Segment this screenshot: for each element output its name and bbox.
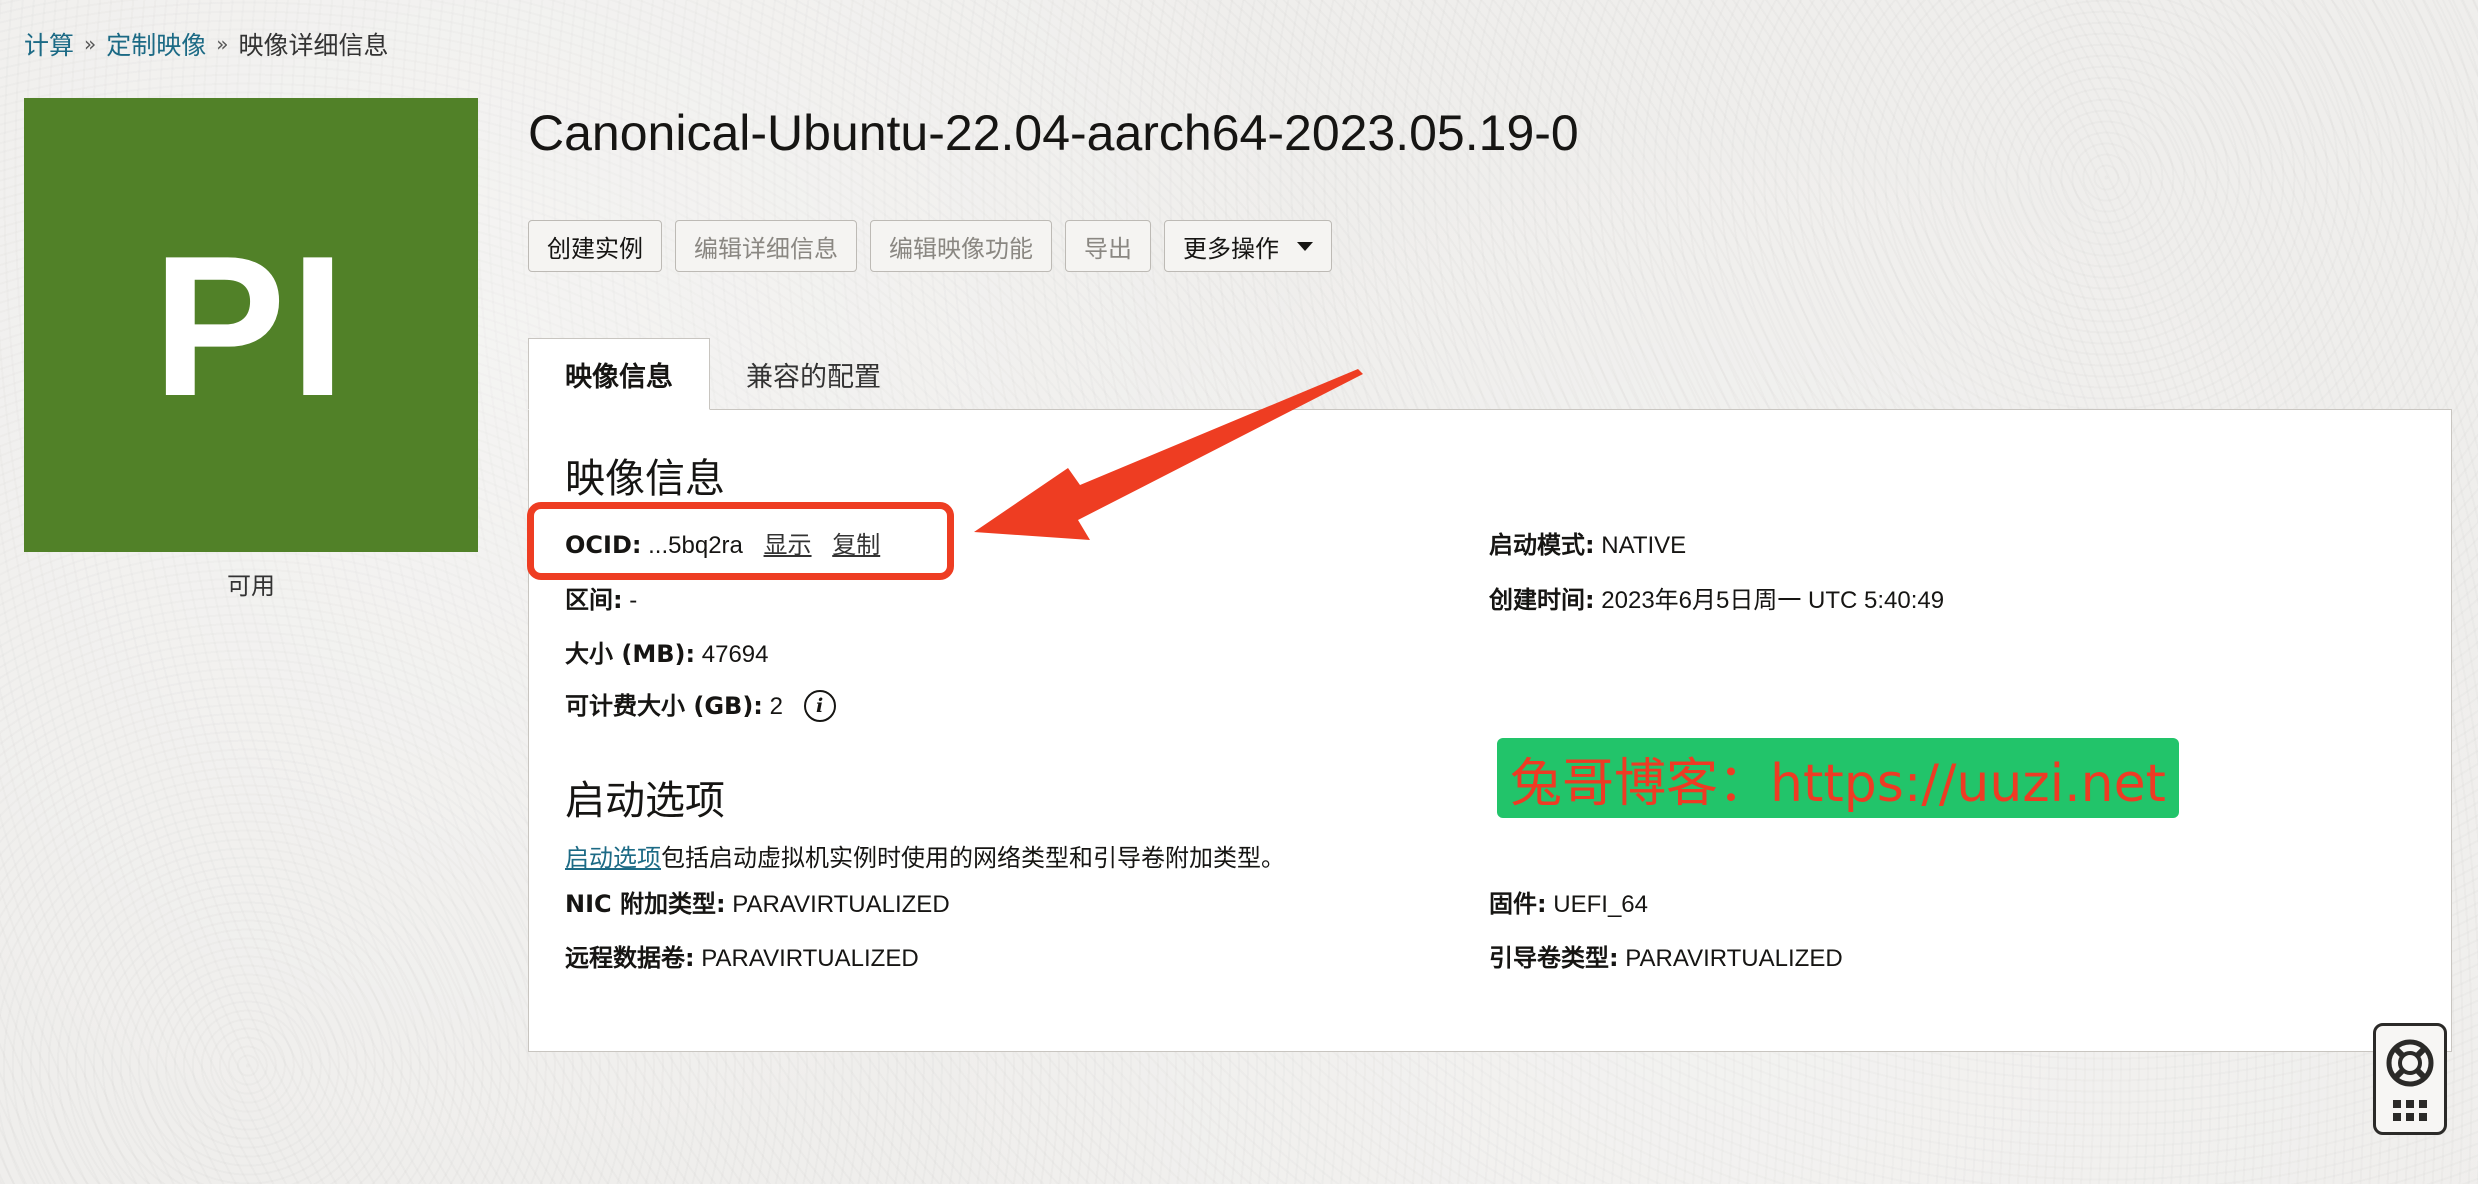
nic-attachment-value: PARAVIRTUALIZED (732, 891, 950, 918)
caret-down-icon (1297, 241, 1313, 251)
launch-options-description: 启动选项包括启动虚拟机实例时使用的网络类型和引导卷附加类型。 (565, 838, 1285, 873)
breadcrumb-current: 映像详细信息 (238, 31, 389, 60)
lifebuoy-icon (2386, 1039, 2434, 1087)
action-toolbar: 创建实例 编辑详细信息 编辑映像功能 导出 更多操作 (528, 220, 1332, 272)
compartment-value: - (629, 587, 638, 614)
more-actions-label: 更多操作 (1183, 234, 1279, 263)
billable-size-value: 2 (769, 693, 783, 720)
tab-image-info[interactable]: 映像信息 (528, 338, 710, 410)
launch-options-link[interactable]: 启动选项 (565, 845, 661, 872)
help-widget[interactable] (2373, 1023, 2447, 1135)
image-info-heading: 映像信息 (565, 456, 725, 502)
remote-volume-label: 远程数据卷: (565, 944, 695, 972)
remote-volume-value: PARAVIRTUALIZED (701, 945, 919, 972)
created-time-field: 创建时间: 2023年6月5日周一 UTC 5:40:49 (1489, 580, 1944, 615)
breadcrumb: 计算 » 定制映像 » 映像详细信息 (24, 26, 389, 62)
firmware-label: 固件: (1489, 890, 1547, 918)
tab-compatible-shapes[interactable]: 兼容的配置 (710, 338, 917, 410)
breadcrumb-separator: » (216, 32, 229, 56)
image-avatar-tile: PI (24, 98, 478, 552)
grid-menu-icon (2393, 1099, 2427, 1121)
breadcrumb-custom-images[interactable]: 定制映像 (106, 26, 206, 62)
image-initials: PI (152, 215, 350, 438)
compartment-field: 区间: - (565, 580, 637, 615)
status-label: 可用 (227, 572, 275, 600)
billable-size-label: 可计费大小 (GB): (565, 692, 763, 720)
launch-mode-label: 启动模式: (1489, 531, 1595, 559)
boot-volume-type-value: PARAVIRTUALIZED (1625, 945, 1843, 972)
boot-volume-type-label: 引导卷类型: (1489, 944, 1619, 972)
compartment-label: 区间: (565, 586, 623, 614)
created-time-value: 2023年6月5日周一 UTC 5:40:49 (1601, 587, 1945, 614)
info-icon[interactable]: i (803, 689, 836, 722)
edit-details-button[interactable]: 编辑详细信息 (675, 220, 857, 272)
edit-image-capabilities-button[interactable]: 编辑映像功能 (870, 220, 1052, 272)
launch-options-heading: 启动选项 (565, 778, 725, 824)
size-field: 大小 (MB): 47694 (565, 634, 769, 669)
create-instance-button[interactable]: 创建实例 (528, 220, 662, 272)
billable-size-field: 可计费大小 (GB): 2 i (565, 686, 836, 724)
tab-bar: 映像信息 兼容的配置 (528, 338, 917, 410)
nic-attachment-label: NIC 附加类型: (565, 890, 726, 918)
annotation-highlight-box (527, 502, 954, 580)
launch-mode-value: NATIVE (1601, 532, 1687, 559)
page-title: Canonical-Ubuntu-22.04-aarch64-2023.05.1… (528, 105, 1579, 161)
breadcrumb-compute[interactable]: 计算 (24, 26, 74, 62)
firmware-field: 固件: UEFI_64 (1489, 884, 1648, 919)
boot-volume-type-field: 引导卷类型: PARAVIRTUALIZED (1489, 938, 1843, 973)
launch-options-desc-text: 包括启动虚拟机实例时使用的网络类型和引导卷附加类型。 (661, 845, 1285, 872)
size-label: 大小 (MB): (565, 640, 696, 668)
breadcrumb-separator: » (84, 32, 97, 56)
created-time-label: 创建时间: (1489, 586, 1595, 614)
launch-mode-field: 启动模式: NATIVE (1489, 525, 1686, 560)
watermark-banner: 兔哥博客：https://uuzi.net (1497, 738, 2179, 818)
nic-attachment-field: NIC 附加类型: PARAVIRTUALIZED (565, 884, 950, 919)
firmware-value: UEFI_64 (1553, 891, 1648, 918)
size-value: 47694 (701, 641, 769, 668)
annotation-arrow-icon (974, 369, 1363, 540)
remote-volume-field: 远程数据卷: PARAVIRTUALIZED (565, 938, 919, 973)
export-button[interactable]: 导出 (1065, 220, 1151, 272)
more-actions-button[interactable]: 更多操作 (1164, 220, 1332, 272)
